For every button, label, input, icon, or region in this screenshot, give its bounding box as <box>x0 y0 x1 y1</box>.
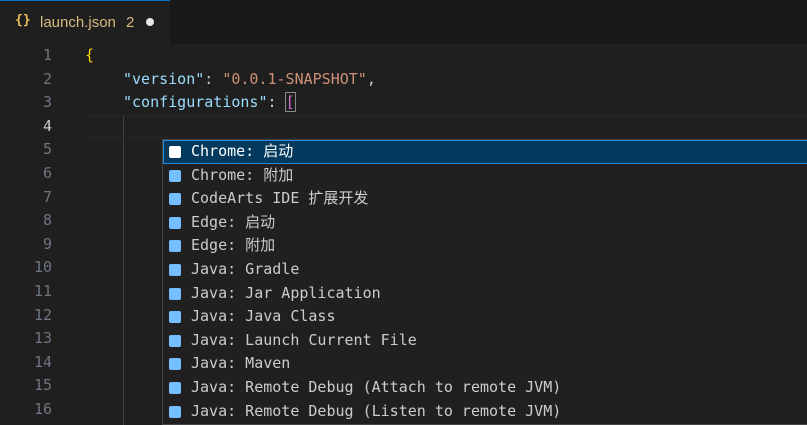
json-colon: : <box>204 69 223 88</box>
suggestion-label: Edge: 附加 <box>191 236 276 255</box>
editor-tab-bar: {} launch.json 2 <box>0 0 807 44</box>
code-text: "configurations": [ <box>123 91 296 115</box>
code-line: 1 { <box>0 44 807 68</box>
current-line-highlight <box>85 114 807 139</box>
line-number: 1 <box>42 46 52 64</box>
snippet-icon <box>169 216 181 229</box>
snippet-icon <box>169 405 181 418</box>
suggestion-item[interactable]: Edge: 附加 <box>163 234 807 258</box>
snippet-icon <box>169 311 181 324</box>
code-line: 2 "version": "0.0.1-SNAPSHOT", <box>0 68 807 92</box>
line-number: 9 <box>42 234 52 253</box>
suggestion-label: Edge: 启动 <box>191 212 276 231</box>
suggestion-item[interactable]: Edge: 启动 <box>163 211 807 235</box>
suggestion-item[interactable]: CodeArts IDE 扩展开发 <box>163 187 807 211</box>
json-key: "version" <box>123 69 205 88</box>
code-text: { <box>85 46 95 64</box>
snippet-icon <box>169 240 181 253</box>
line-number: 5 <box>42 140 52 159</box>
line-number: 14 <box>33 352 52 371</box>
json-bracket: [ <box>284 92 296 113</box>
snippet-icon <box>169 287 181 300</box>
suggestion-label: Java: Remote Debug (Listen to remote JVM… <box>191 401 562 420</box>
code-text: "version": "0.0.1-SNAPSHOT", <box>123 68 376 92</box>
tab-filename: launch.json <box>40 14 116 31</box>
snippet-icon <box>169 193 181 206</box>
line-number: 12 <box>33 305 52 324</box>
line-number: 16 <box>33 400 52 418</box>
suggestion-label: Chrome: 附加 <box>191 165 294 184</box>
line-number: 4 <box>42 116 52 135</box>
suggestion-item[interactable]: Java: Remote Debug (Attach to remote JVM… <box>163 376 807 400</box>
suggestion-label: Chrome: 启动 <box>191 142 294 160</box>
suggestion-label: Java: Gradle <box>191 260 300 278</box>
suggestion-label: Java: Maven <box>191 354 291 373</box>
suggestion-item[interactable]: Java: Maven <box>163 352 807 376</box>
suggestion-item[interactable]: Java: Remote Debug (Listen to remote JVM… <box>163 400 807 424</box>
line-number: 8 <box>42 211 52 230</box>
suggestion-widget[interactable]: Chrome: 启动 Chrome: 附加 CodeArts IDE 扩展开发 … <box>162 139 807 425</box>
snippet-icon <box>169 146 181 158</box>
current-code-line[interactable]: 4 <box>0 114 807 139</box>
json-colon: : <box>267 93 286 112</box>
json-comma: , <box>366 69 376 88</box>
line-number: 10 <box>33 258 52 277</box>
suggestion-label: Java: Remote Debug (Attach to remote JVM… <box>191 378 562 396</box>
suggestion-label: Java: Jar Application <box>191 283 381 302</box>
suggestion-label: CodeArts IDE 扩展开发 <box>191 189 369 208</box>
json-key: "configurations" <box>123 93 268 112</box>
suggestion-item[interactable]: Java: Jar Application <box>163 282 807 306</box>
suggestion-item[interactable]: Chrome: 启动 <box>163 140 807 164</box>
suggestion-item[interactable]: Java: Gradle <box>163 258 807 282</box>
line-number: 7 <box>42 187 52 206</box>
json-file-icon: {} <box>15 13 31 28</box>
tab-launch-json[interactable]: {} launch.json 2 <box>0 0 170 44</box>
modified-dot-icon[interactable] <box>146 18 154 26</box>
snippet-icon <box>169 382 181 394</box>
suggestion-label: Java: Launch Current File <box>191 330 417 349</box>
line-number: 15 <box>33 376 52 395</box>
line-number: 13 <box>33 329 52 348</box>
snippet-icon <box>169 358 181 371</box>
code-line: 3 "configurations": [ <box>0 91 807 115</box>
snippet-icon <box>169 334 181 347</box>
suggestion-item[interactable]: Java: Launch Current File <box>163 329 807 353</box>
suggestion-item[interactable]: Java: Java Class <box>163 305 807 329</box>
json-value: "0.0.1-SNAPSHOT" <box>222 69 367 88</box>
suggestion-item[interactable]: Chrome: 附加 <box>163 164 807 188</box>
line-number: 11 <box>33 282 52 300</box>
line-number: 2 <box>42 69 52 88</box>
snippet-icon <box>169 264 181 276</box>
suggestion-label: Java: Java Class <box>191 307 336 326</box>
snippet-icon <box>169 169 181 182</box>
line-number: 6 <box>42 164 52 182</box>
problems-count-badge: 2 <box>126 14 135 31</box>
line-number: 3 <box>42 93 52 112</box>
